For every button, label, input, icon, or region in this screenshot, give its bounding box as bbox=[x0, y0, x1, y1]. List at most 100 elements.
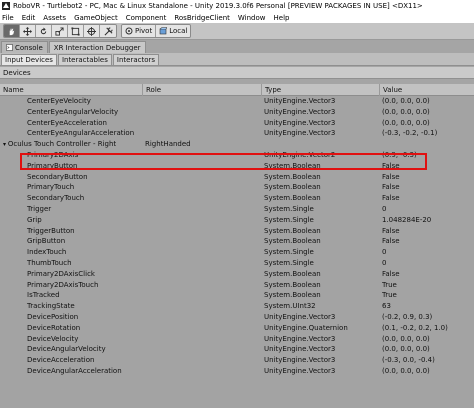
cell-type: UnityEngine.Vector3 bbox=[264, 97, 336, 105]
move-tool-button[interactable] bbox=[20, 25, 36, 37]
cell-name-text: CenterEyeVelocity bbox=[27, 97, 91, 105]
cell-name: SecondaryTouch bbox=[0, 193, 143, 204]
menu-rosbridgeclient[interactable]: RosBridgeClient bbox=[174, 14, 230, 22]
cell-type: UnityEngine.Vector3 bbox=[264, 107, 336, 116]
cell-value: False bbox=[382, 226, 400, 235]
pivot-icon bbox=[125, 27, 133, 35]
tab-input-devices[interactable]: Input Devices bbox=[1, 54, 57, 65]
cell-value: (0.9, -0.3) bbox=[382, 151, 417, 159]
feature-row[interactable]: PrimaryButton System.Boolean False bbox=[0, 161, 474, 172]
feature-row[interactable]: PrimaryTouch System.Boolean False bbox=[0, 182, 474, 193]
custom-tool-button[interactable] bbox=[100, 25, 116, 37]
cell-role bbox=[145, 355, 262, 366]
tab-console[interactable]: Console bbox=[1, 41, 48, 53]
hand-tool-button[interactable] bbox=[4, 25, 20, 37]
cell-value: (0.0, 0.0, 0.0) bbox=[382, 367, 430, 375]
pivot-toggle-group: Pivot Local bbox=[121, 24, 192, 38]
cell-type: System.Boolean bbox=[264, 226, 321, 235]
cell-type: UnityEngine.Vector2 bbox=[264, 151, 336, 159]
feature-row[interactable]: CenterEyeAngularVelocity UnityEngine.Vect… bbox=[0, 107, 474, 118]
feature-row[interactable]: Primary2DAxisClick System.Boolean False bbox=[0, 269, 474, 280]
column-header-role[interactable]: Role bbox=[143, 84, 262, 96]
feature-row[interactable]: CenterEyeAngularAcceleration UnityEngine.… bbox=[0, 128, 474, 139]
menu-gameobject[interactable]: GameObject bbox=[74, 14, 118, 22]
feature-row[interactable]: ThumbTouch System.Single 0 bbox=[0, 258, 474, 269]
cell-type: System.Boolean bbox=[264, 291, 321, 300]
menu-bar: File Edit Assets GameObject Component Ro… bbox=[0, 12, 474, 23]
cell-value: (0.0, 0.0, 0.0) bbox=[382, 118, 430, 127]
rect-tool-button[interactable] bbox=[68, 25, 84, 37]
tab-xr-interaction-debugger[interactable]: XR Interaction Debugger bbox=[48, 41, 146, 53]
cell-name: CenterEyeVelocity bbox=[0, 96, 143, 107]
feature-row[interactable]: Primary2DAxis UnityEngine.Vector2 (0.9, -0… bbox=[0, 150, 474, 161]
cell-role bbox=[145, 344, 262, 355]
cell-name-text: DeviceAngularVelocity bbox=[27, 345, 106, 354]
cell-name-text: DeviceRotation bbox=[27, 323, 81, 332]
cell-type: System.Single bbox=[264, 259, 314, 267]
cell-name-text: CenterEyeAcceleration bbox=[27, 118, 107, 127]
cell-name-text: DeviceAcceleration bbox=[27, 356, 95, 365]
column-header-type[interactable]: Type bbox=[262, 84, 380, 96]
feature-row[interactable]: GripButton System.Boolean False bbox=[0, 236, 474, 247]
cell-type: System.Single bbox=[264, 215, 314, 224]
cell-name-text: DeviceAngularAcceleration bbox=[27, 367, 122, 375]
feature-row[interactable]: SecondaryTouch System.Boolean False bbox=[0, 193, 474, 204]
cell-name-text: PrimaryTouch bbox=[27, 183, 75, 192]
cell-name-text: ThumbTouch bbox=[27, 259, 72, 267]
cell-name-text: Primary2DAxis bbox=[27, 151, 79, 159]
cell-role bbox=[145, 226, 262, 237]
cell-name: DeviceAcceleration bbox=[0, 355, 143, 366]
menu-component[interactable]: Component bbox=[126, 14, 167, 22]
tab-interactors[interactable]: Interactors bbox=[112, 54, 160, 65]
feature-row[interactable]: DeviceRotation UnityEngine.Quaternion (0.1… bbox=[0, 323, 474, 334]
column-header-value[interactable]: Value bbox=[380, 84, 474, 96]
cell-role bbox=[145, 128, 262, 139]
cell-role bbox=[145, 323, 262, 334]
cell-name-text: CenterEyeAngularAcceleration bbox=[27, 129, 135, 138]
cell-name: Trigger bbox=[0, 204, 143, 215]
feature-row[interactable]: Grip System.Single 1.048284E-20 bbox=[0, 215, 474, 226]
cell-name-text: PrimaryButton bbox=[27, 161, 78, 170]
local-toggle[interactable]: Local bbox=[156, 25, 191, 37]
feature-row[interactable]: TriggerButton System.Boolean False bbox=[0, 226, 474, 237]
transform-tool-button[interactable] bbox=[84, 25, 100, 37]
hand-icon bbox=[9, 28, 15, 35]
menu-edit[interactable]: Edit bbox=[22, 14, 36, 22]
feature-row[interactable]: IsTracked System.Boolean True bbox=[0, 290, 474, 301]
cell-name-text: Grip bbox=[27, 215, 42, 224]
cell-value: (-0.2, 0.9, 0.3) bbox=[382, 313, 433, 321]
cell-role bbox=[145, 334, 262, 345]
rotate-tool-button[interactable] bbox=[36, 25, 52, 37]
tab-interactables[interactable]: Interactables bbox=[57, 54, 112, 65]
feature-row[interactable]: DeviceAngularVelocity UnityEngine.Vector3… bbox=[0, 344, 474, 355]
column-header-name[interactable]: Name bbox=[0, 84, 143, 96]
cell-type: UnityEngine.Quaternion bbox=[264, 323, 348, 332]
feature-row[interactable]: Primary2DAxisTouch System.Boolean True bbox=[0, 280, 474, 291]
feature-row[interactable]: CenterEyeVelocity UnityEngine.Vector3 (0.0… bbox=[0, 96, 474, 107]
pivot-label: Pivot bbox=[135, 27, 153, 35]
feature-row[interactable]: DeviceVelocity UnityEngine.Vector3 (0.0, 0… bbox=[0, 334, 474, 345]
scale-tool-button[interactable] bbox=[52, 25, 68, 37]
cell-name-text: Primary2DAxisTouch bbox=[27, 280, 99, 289]
feature-row[interactable]: TrackingState System.UInt32 63 bbox=[0, 301, 474, 312]
cell-role bbox=[145, 96, 262, 107]
menu-window[interactable]: Window bbox=[238, 14, 266, 22]
cell-type: System.Boolean bbox=[264, 172, 321, 181]
feature-row[interactable]: DevicePosition UnityEngine.Vector3 (-0.2, … bbox=[0, 312, 474, 323]
feature-row[interactable]: SecondaryButton System.Boolean False bbox=[0, 172, 474, 183]
cell-name: PrimaryButton bbox=[0, 161, 143, 172]
menu-assets[interactable]: Assets bbox=[43, 14, 66, 22]
feature-row[interactable]: IndexTouch System.Single 0 bbox=[0, 247, 474, 258]
feature-row[interactable]: DeviceAcceleration UnityEngine.Vector3 (-0… bbox=[0, 355, 474, 366]
menu-file[interactable]: File bbox=[2, 14, 14, 22]
device-row[interactable]: ▾ Oculus Touch Controller - Right RightHa… bbox=[0, 139, 474, 150]
menu-help[interactable]: Help bbox=[274, 14, 290, 22]
pivot-toggle[interactable]: Pivot bbox=[122, 25, 157, 37]
toolbar: Pivot Local bbox=[0, 23, 474, 40]
cell-role bbox=[145, 107, 262, 118]
local-icon bbox=[159, 27, 168, 35]
cell-role bbox=[145, 150, 262, 161]
feature-row[interactable]: CenterEyeAcceleration UnityEngine.Vector3… bbox=[0, 118, 474, 129]
feature-row[interactable]: Trigger System.Single 0 bbox=[0, 204, 474, 215]
feature-row[interactable]: DeviceAngularAcceleration UnityEngine.Vec… bbox=[0, 366, 474, 377]
